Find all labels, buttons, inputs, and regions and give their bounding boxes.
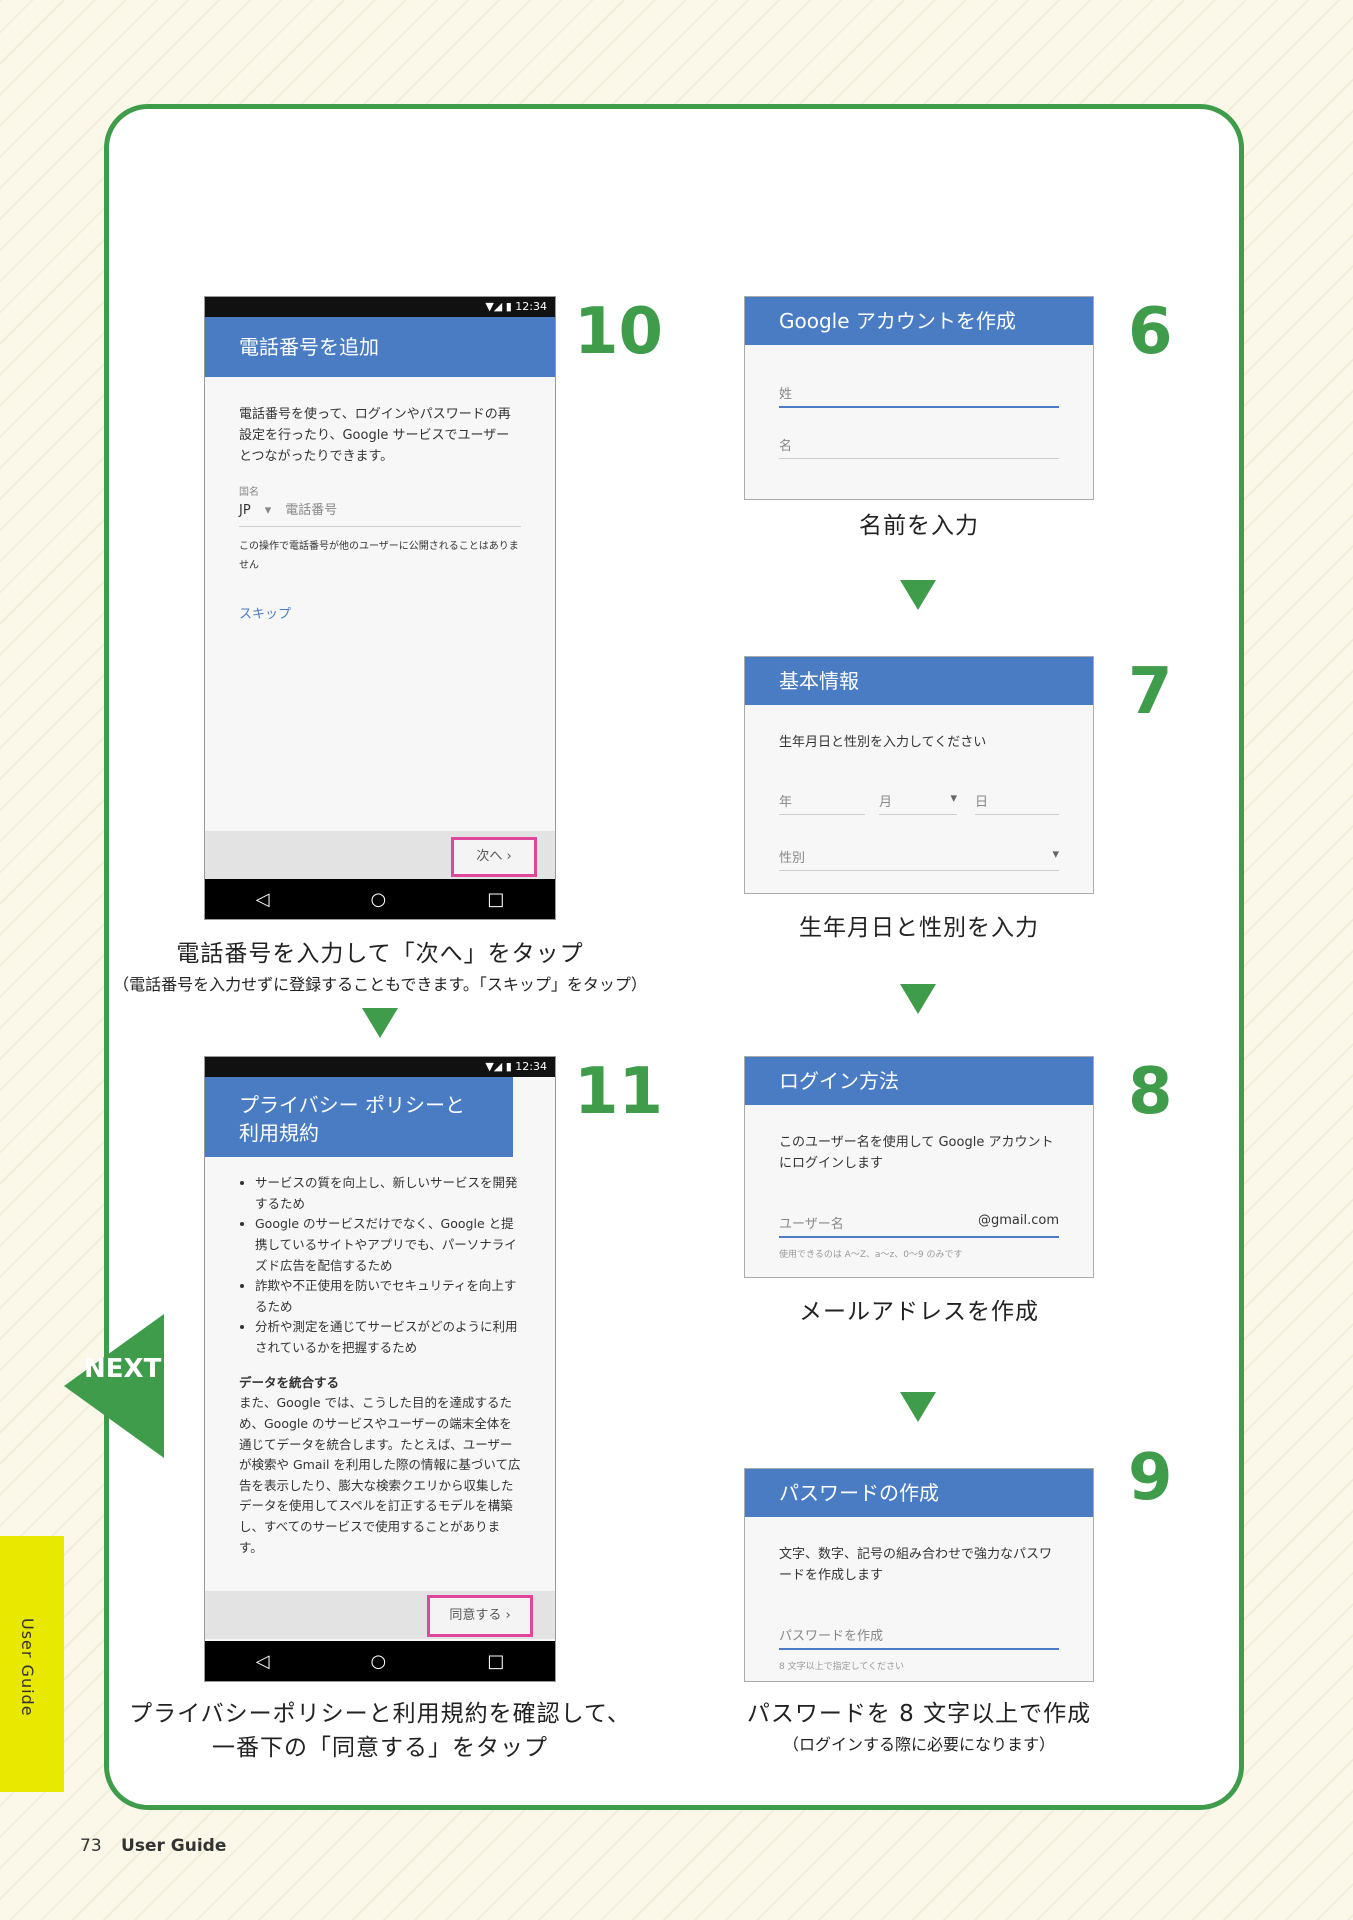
next-button-label: 次へ bbox=[476, 849, 503, 864]
prompt: 生年月日と性別を入力してください bbox=[779, 735, 987, 750]
content: 電話番号を使って、ログインやパスワードの再設定を行ったり、Google サービス… bbox=[205, 377, 555, 648]
card-title: 基本情報 bbox=[745, 657, 1093, 705]
screen-create-password: パスワードの作成 文字、数字、記号の組み合わせで強力なパスワードを作成します パ… bbox=[744, 1468, 1094, 1682]
android-navbar: ◁ ○ □ bbox=[205, 879, 555, 919]
card-title: ログイン方法 bbox=[745, 1057, 1093, 1105]
page-title: 電話番号を追加 bbox=[205, 317, 555, 377]
caption-sub: （電話番号を入力せずに登録することもできます。「スキップ」をタップ） bbox=[113, 975, 647, 994]
step8-caption: メールアドレスを作成 bbox=[744, 1292, 1094, 1326]
username-field[interactable]: ユーザー名 @gmail.com bbox=[779, 1213, 1059, 1238]
screen-login-method: ログイン方法 このユーザー名を使用して Google アカウントにログインします… bbox=[744, 1056, 1094, 1278]
description: このユーザー名を使用して Google アカウントにログインします bbox=[779, 1135, 1054, 1171]
card-title: パスワードの作成 bbox=[745, 1469, 1093, 1517]
phone-screenshot-add-phone: ▼◢ ▮ 12:34 電話番号を追加 電話番号を使って、ログインやパスワードの再… bbox=[204, 296, 556, 920]
phone-row: JP ▾ 電話番号 bbox=[239, 501, 521, 528]
caption-main: 電話番号を入力して「次へ」をタップ bbox=[176, 941, 584, 967]
note: この操作で電話番号が他のユーザーに公開されることはありません bbox=[239, 541, 519, 572]
status-bar: ▼◢ ▮ 12:34 bbox=[205, 297, 555, 317]
next-arrow-icon bbox=[64, 1314, 164, 1458]
list-item: サービスの質を向上し、新しいサービスを開発するため bbox=[255, 1173, 521, 1214]
domain-suffix: @gmail.com bbox=[977, 1213, 1059, 1228]
hint-text: 使用できるのは A〜Z、a〜z、0〜9 のみです bbox=[779, 1250, 963, 1260]
hint-text: 8 文字以上で指定してください bbox=[779, 1662, 905, 1672]
down-arrow-icon bbox=[900, 1392, 936, 1422]
chevron-down-icon: ▾ bbox=[264, 503, 272, 519]
page-footer: 73 User Guide bbox=[80, 1836, 226, 1856]
month-label: 月 bbox=[879, 795, 893, 810]
chevron-right-icon: › bbox=[506, 849, 512, 864]
home-icon[interactable]: ○ bbox=[371, 889, 387, 910]
step7-caption: 生年月日と性別を入力 bbox=[744, 908, 1094, 942]
status-bar: ▼◢ ▮ 12:34 bbox=[205, 1057, 555, 1077]
phone-screenshot-privacy: ▼◢ ▮ 12:34 プライバシー ポリシーと利用規約 サービスの質を向上し、新… bbox=[204, 1056, 556, 1682]
recents-icon[interactable]: □ bbox=[487, 889, 504, 910]
agree-button-label: 同意する bbox=[449, 1608, 502, 1623]
bullet-list: サービスの質を向上し、新しいサービスを開発するため Google のサービスだけ… bbox=[239, 1173, 521, 1359]
step-number-11: 11 bbox=[574, 1055, 664, 1129]
country-select[interactable]: JP bbox=[239, 501, 251, 522]
chevron-right-icon: › bbox=[505, 1608, 511, 1623]
down-arrow-icon bbox=[362, 1008, 398, 1038]
card-title: Google アカウントを作成 bbox=[745, 297, 1093, 345]
first-name-field[interactable]: 名 bbox=[779, 435, 1059, 459]
screen-create-account: Google アカウントを作成 姓 名 bbox=[744, 296, 1094, 500]
content: サービスの質を向上し、新しいサービスを開発するため Google のサービスだけ… bbox=[205, 1157, 555, 1580]
step-number-6: 6 bbox=[1128, 295, 1173, 369]
description: 電話番号を使って、ログインやパスワードの再設定を行ったり、Google サービス… bbox=[239, 407, 511, 464]
status-time: 12:34 bbox=[515, 1060, 547, 1073]
home-icon[interactable]: ○ bbox=[371, 1651, 387, 1672]
agree-button[interactable]: 同意する › bbox=[427, 1595, 533, 1637]
list-item: 分析や測定を通じてサービスがどのように利用されているかを把握するため bbox=[255, 1317, 521, 1358]
android-navbar: ◁ ○ □ bbox=[205, 1641, 555, 1681]
step-number-9: 9 bbox=[1128, 1441, 1173, 1515]
section-body: また、Google では、こうした目的を達成するため、Google のサービスや… bbox=[239, 1395, 521, 1555]
step9-caption: パスワードを 8 文字以上で作成 （ログインする際に必要になります） bbox=[734, 1694, 1104, 1755]
step6-caption: 名前を入力 bbox=[744, 506, 1094, 540]
caption-sub: （ログインする際に必要になります） bbox=[782, 1735, 1055, 1754]
skip-link[interactable]: スキップ bbox=[239, 605, 521, 626]
country-label: 国名 bbox=[239, 487, 259, 499]
caption-main: メールアドレスを作成 bbox=[799, 1299, 1039, 1325]
caption-main: 生年月日と性別を入力 bbox=[799, 915, 1039, 941]
list-item: Google のサービスだけでなく、Google と提携しているサイトやアプリで… bbox=[255, 1214, 521, 1276]
password-field[interactable]: パスワードを作成 bbox=[779, 1625, 1059, 1650]
description: 文字、数字、記号の組み合わせで強力なパスワードを作成します bbox=[779, 1547, 1053, 1583]
caption-main: パスワードを 8 文字以上で作成 bbox=[746, 1701, 1092, 1727]
footer-label: User Guide bbox=[121, 1836, 227, 1856]
chevron-down-icon: ▾ bbox=[1052, 847, 1059, 862]
step-number-8: 8 bbox=[1128, 1055, 1173, 1129]
gender-label: 性別 bbox=[779, 851, 806, 866]
username-placeholder: ユーザー名 bbox=[779, 1217, 844, 1232]
next-button[interactable]: 次へ › bbox=[451, 837, 537, 877]
back-icon[interactable]: ◁ bbox=[256, 1651, 270, 1672]
recents-icon[interactable]: □ bbox=[487, 1651, 504, 1672]
last-name-field[interactable]: 姓 bbox=[779, 383, 1059, 408]
screen-basic-info: 基本情報 生年月日と性別を入力してください 年 月 ▾ 日 性別 ▾ bbox=[744, 656, 1094, 894]
section-title: データを統合する bbox=[239, 1374, 340, 1390]
status-time: 12:34 bbox=[515, 300, 547, 313]
step11-caption: プライバシーポリシーと利用規約を確認して、 一番下の「同意する」をタップ bbox=[110, 1694, 650, 1762]
step-number-7: 7 bbox=[1128, 655, 1173, 729]
phone-input[interactable]: 電話番号 bbox=[285, 501, 337, 522]
month-select[interactable]: 月 ▾ bbox=[879, 791, 957, 815]
caption-main-2: 一番下の「同意する」をタップ bbox=[212, 1735, 548, 1761]
down-arrow-icon bbox=[900, 984, 936, 1014]
page-number: 73 bbox=[80, 1836, 102, 1856]
list-item: 詐欺や不正使用を防いでセキュリティを向上するため bbox=[255, 1276, 521, 1317]
day-field[interactable]: 日 bbox=[975, 791, 1059, 815]
step10-caption: 電話番号を入力して「次へ」をタップ （電話番号を入力せずに登録することもできます… bbox=[110, 934, 650, 995]
next-label: NEXT bbox=[84, 1354, 162, 1384]
down-arrow-icon bbox=[900, 580, 936, 610]
caption-main: 名前を入力 bbox=[859, 513, 979, 539]
step-number-10: 10 bbox=[574, 295, 664, 369]
chevron-down-icon: ▾ bbox=[950, 791, 957, 806]
gender-select[interactable]: 性別 ▾ bbox=[779, 847, 1059, 871]
back-icon[interactable]: ◁ bbox=[256, 889, 270, 910]
page-title: プライバシー ポリシーと利用規約 bbox=[205, 1077, 513, 1157]
side-tab-label: User Guide bbox=[18, 1618, 37, 1717]
year-field[interactable]: 年 bbox=[779, 791, 865, 815]
caption-main: プライバシーポリシーと利用規約を確認して、 bbox=[129, 1701, 631, 1727]
